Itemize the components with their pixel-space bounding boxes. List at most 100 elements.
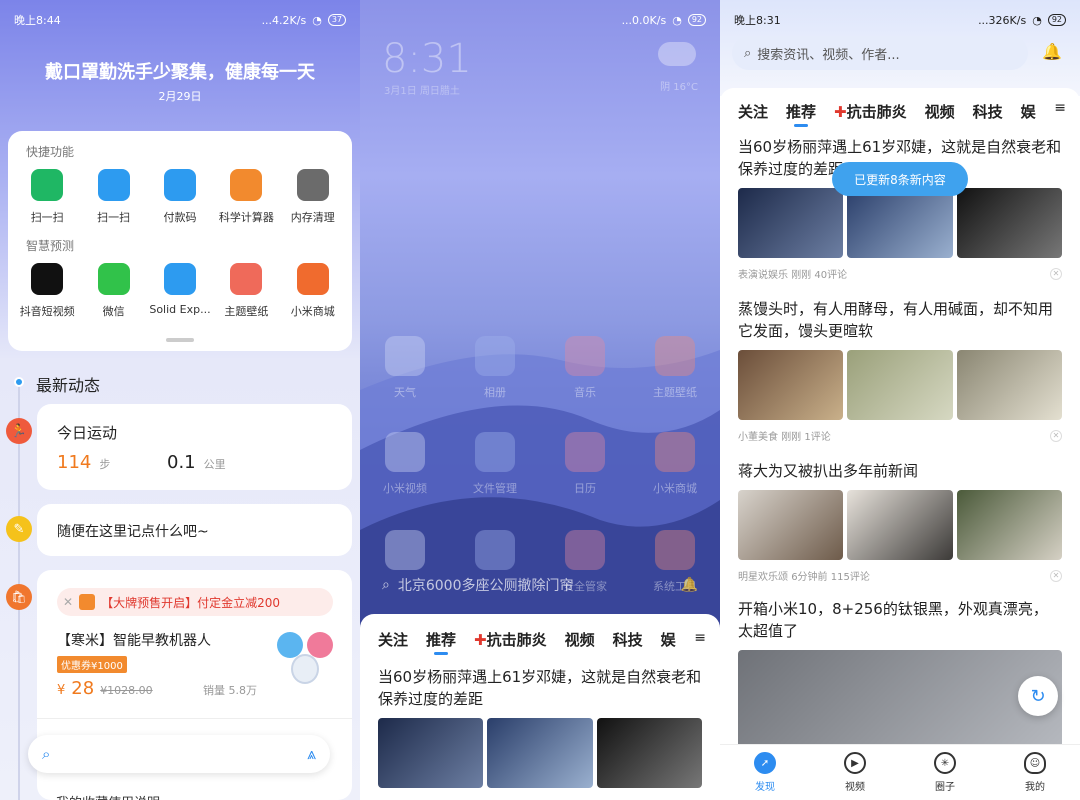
smart-apps-row: 抖音短视频 微信 Solid Exp... 主题壁纸 小米商城 [8,263,352,319]
updated-toast[interactable]: 已更新8条新内容 [832,162,968,196]
tab-label: 关注 [738,102,769,121]
ghost-app-icon-shape [475,530,515,570]
nav-circle[interactable]: ✳ 圈子 [934,752,956,793]
quick-functions-label: 快捷功能 [26,145,75,159]
news-title: 蒸馒头时，有人用酵母，有人用碱面，却不知用它发面，馒头更暄软 [738,300,1054,340]
news-thumbnail [956,188,1062,258]
partial-item-text: 我的收藏使用说明 [56,792,160,800]
tab-label: 抗击肺炎 [846,102,907,121]
note-card[interactable]: 随便在这里记点什么吧~ [37,504,352,556]
network-speed: ...0.0K/s [621,13,667,27]
app-shortcut[interactable]: 科学计算器 [214,169,278,225]
wifi-icon: ◔ [1032,13,1042,27]
app-shortcut[interactable]: 小米商城 [281,263,345,319]
news-thumbnail [956,350,1062,420]
old-price: ¥1028.00 [100,684,153,697]
news-comments: 40评论 [814,270,848,281]
news-thumbnail [738,188,844,258]
barcode-icon [163,169,196,201]
menu-icon[interactable]: ≡ [694,630,706,646]
news-item[interactable]: 蒸馒头时，有人用酵母，有人用碱面，却不知用它发面，馒头更暄软 小董美食 刚刚 1… [720,298,1080,443]
home-search-bar[interactable]: ⌕ 北京6000多座公厕撤除门帘 🔔 [372,568,708,602]
refresh-icon[interactable]: ↻ [1018,676,1058,716]
news-search-input[interactable]: ⌕ 搜索资讯、视频、作者... [732,36,1028,70]
nav-video[interactable]: ▶ 视频 [844,752,866,793]
app-shortcut[interactable]: 扫一扫 [15,169,79,225]
tab-label: 关注 [378,630,409,649]
news-tab[interactable]: 关注 [378,629,408,650]
assistant-search-bar[interactable]: ⌕ ⩓ [28,735,330,773]
news-tab[interactable]: ✚抗击肺炎 [474,629,547,650]
ghost-app-icon: 相册 [460,336,530,400]
steps-unit: 步 [99,458,111,471]
drag-handle[interactable] [166,338,194,342]
news-thumbnail [487,718,593,788]
ghost-app-icon-shape [655,530,695,570]
ghost-app-icon-shape [655,432,695,472]
ghost-app-icon-shape [385,530,425,570]
news-item[interactable]: 蒋大为又被扒出多年前新闻 明星欢乐颂 6分钟前 115评论 ✕ [720,460,1080,583]
news-tab[interactable]: 推荐 [426,629,456,650]
promo-banner[interactable]: ✕ 【大牌预售开启】付定金立减200 [57,588,333,616]
ghost-app-icon: 小米视频 [370,432,440,496]
bottom-navigation: ➚ 发现 ▶ 视频 ✳ 圈子 ☺ 我的 [720,744,1080,800]
app-shortcut[interactable]: Solid Exp... [148,263,212,319]
news-tab[interactable]: 科技 [973,101,1003,122]
news-thumbnail [378,718,484,788]
pencil-icon: ✎ [6,516,32,542]
voice-assistant-icon[interactable]: ⩓ [307,744,316,764]
wifi-icon: ◔ [672,13,682,27]
news-tab[interactable]: 娱 [1021,101,1036,122]
battery-icon: 92 [1047,14,1066,26]
nav-label: 我的 [1025,782,1045,793]
app-shortcut[interactable]: 扫一扫 [82,169,146,225]
km-unit: 公里 [203,458,226,471]
news-tab[interactable]: ✚抗击肺炎 [834,101,907,122]
menu-icon[interactable]: ≡ [1054,100,1066,116]
news-tabs: 关注 推荐 ✚抗击肺炎 视频 科技娱 [360,622,720,656]
app-shortcut[interactable]: 内存清理 [281,169,345,225]
network-speed: ...326K/s [978,13,1027,27]
nav-discover[interactable]: ➚ 发现 [754,752,776,793]
news-item[interactable]: 当60岁杨丽萍遇上61岁邓婕，这就是自然衰老和保养过度的差距 [360,666,720,788]
news-tab[interactable]: 推荐 [786,101,816,122]
slogan: 戴口罩勤洗手少聚集，健康每一天 [45,62,315,83]
news-comments: 115评论 [830,572,870,583]
news-tab[interactable]: 科技 [613,629,643,650]
news-tab[interactable]: 娱 [661,629,676,650]
app-shortcut[interactable]: 主题壁纸 [214,263,278,319]
bell-icon[interactable]: 🔔 [681,577,698,593]
news-tab[interactable]: 视频 [925,101,955,122]
app-label: 科学计算器 [218,211,274,224]
bell-icon[interactable]: 🔔 [1042,42,1062,61]
tab-label: 抗击肺炎 [486,630,547,649]
network-speed: ...4.2K/s [261,13,307,27]
ghost-app-label: 日历 [574,482,596,495]
news-item[interactable]: 当60岁杨丽萍遇上61岁邓婕，这就是自然衰老和保养过度的差距 表演说娱乐 刚刚 … [720,136,1080,281]
km-value: 0.1 [167,452,196,473]
ghost-app-icon-shape [565,336,605,376]
close-icon[interactable]: ✕ [63,595,73,609]
news-tab[interactable]: 关注 [738,101,768,122]
steps-value: 114 [57,452,92,473]
news-title: 当60岁杨丽萍遇上61岁邓婕，这就是自然衰老和保养过度的差距 [378,668,702,708]
news-tab[interactable]: 视频 [565,629,595,650]
app-shortcut[interactable]: 抖音短视频 [15,263,79,319]
ghost-app-icon: 文件管理 [460,432,530,496]
nav-me[interactable]: ☺ 我的 [1024,752,1046,793]
play-icon: ▶ [844,752,866,774]
sport-card[interactable]: 今日运动 114 步 0.1 公里 [37,404,352,490]
news-thumbnail [596,718,702,788]
assistant-panel: 晚上8:44 ...4.2K/s ◔ 37 戴口罩勤洗手少聚集，健康每一天 2月… [0,0,360,800]
tab-label: 科技 [972,102,1003,121]
app-shortcut[interactable]: 付款码 [148,169,212,225]
dismiss-icon[interactable]: ✕ [1050,267,1062,280]
dismiss-icon[interactable]: ✕ [1050,429,1062,442]
news-thumbnail [738,490,844,560]
screenshot-collage: 晚上8:44 ...4.2K/s ◔ 37 戴口罩勤洗手少聚集，健康每一天 2月… [0,0,1080,800]
dismiss-icon[interactable]: ✕ [1050,569,1062,582]
note-text: 随便在这里记点什么吧~ [57,524,209,540]
news-feed-panel: 晚上8:31 ...326K/s ◔ 92 晚上8:31 ...326K/s ◔… [720,0,1080,800]
price-value: 28 [71,678,95,699]
app-shortcut[interactable]: 微信 [82,263,146,319]
